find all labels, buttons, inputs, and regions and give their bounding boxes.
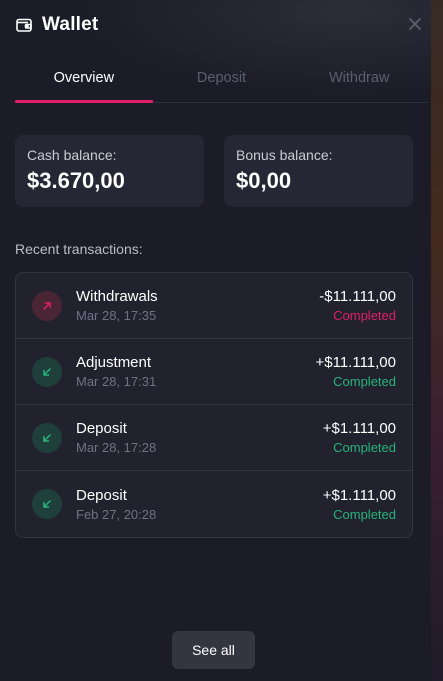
transaction-name: Deposit	[76, 420, 127, 437]
wallet-icon	[15, 16, 33, 34]
tab-overview[interactable]: Overview	[15, 58, 153, 103]
transaction-amount: +$11.111,00	[315, 354, 397, 371]
arrow-down-left-icon	[32, 489, 62, 519]
transaction-date: Mar 28, 17:31	[76, 374, 157, 389]
transaction-name: Deposit	[76, 486, 127, 504]
cash-balance-value: $3.670,00	[27, 168, 125, 193]
cash-balance-card: Cash balance: $3.670,00	[15, 135, 204, 207]
list-item[interactable]: Deposit Feb 27, 20:28 +$1.111,00 Complet…	[16, 471, 412, 537]
list-item[interactable]: Withdrawals Mar 28, 17:35 -$11.111,00 Co…	[16, 273, 412, 339]
tab-deposit[interactable]: Deposit	[153, 58, 291, 102]
close-icon	[409, 18, 421, 30]
list-item[interactable]: Deposit Mar 28, 17:28 +$1.111,00 Complet…	[16, 405, 412, 471]
transaction-date: Mar 28, 17:28	[76, 440, 157, 455]
transaction-status: Completed	[333, 440, 396, 455]
transaction-name: Adjustment	[76, 354, 152, 371]
arrow-down-left-icon	[32, 356, 62, 387]
bonus-balance-card: Bonus balance: $0,00	[224, 135, 413, 207]
cash-balance-label: Cash balance:	[27, 147, 117, 163]
bonus-balance-value: $0,00	[236, 168, 292, 193]
transaction-amount: -$11.111,00	[319, 288, 396, 305]
tab-bar: Overview Deposit Withdraw	[15, 58, 428, 103]
arrow-up-right-icon	[32, 290, 62, 321]
see-all-button[interactable]: See all	[172, 631, 255, 669]
transaction-status: Completed	[333, 374, 396, 389]
background-edge-glow	[431, 0, 443, 681]
transaction-date: Feb 27, 20:28	[76, 506, 157, 522]
transaction-name: Withdrawals	[76, 288, 158, 305]
transactions-list: Withdrawals Mar 28, 17:35 -$11.111,00 Co…	[15, 272, 413, 538]
recent-transactions-label: Recent transactions:	[15, 241, 143, 257]
bonus-balance-label: Bonus balance:	[236, 147, 333, 163]
page-title: Wallet	[42, 14, 99, 35]
transaction-date: Mar 28, 17:35	[76, 308, 157, 323]
close-button[interactable]	[405, 14, 425, 34]
transaction-amount: +$1.111,00	[322, 486, 396, 504]
transaction-status: Completed	[333, 308, 396, 323]
balances-section: Cash balance: $3.670,00 Bonus balance: $…	[15, 135, 413, 207]
transaction-status: Completed	[333, 506, 396, 522]
arrow-down-left-icon	[32, 422, 62, 453]
list-item[interactable]: Adjustment Mar 28, 17:31 +$11.111,00 Com…	[16, 339, 412, 405]
wallet-header: Wallet	[15, 12, 423, 38]
transaction-amount: +$1.111,00	[322, 420, 396, 437]
tab-withdraw[interactable]: Withdraw	[290, 58, 428, 102]
